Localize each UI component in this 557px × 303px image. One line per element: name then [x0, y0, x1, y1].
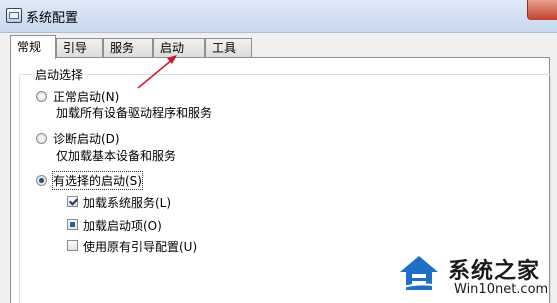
watermark-brand: 系统之家 [448, 259, 541, 284]
normal-startup-description: 加载所有设备驱动程序和服务 [56, 106, 213, 120]
diagnostic-startup-label[interactable]: 诊断启动(D) [53, 130, 120, 147]
title-bar: 系统配置 [0, 0, 557, 33]
selective-startup-label[interactable]: 有选择的启动(S) [52, 171, 143, 190]
load-startup-items-label[interactable]: 加载启动项(O) [83, 217, 162, 234]
close-button[interactable] [527, 0, 557, 20]
tab-startup[interactable]: 启动 [153, 38, 205, 57]
app-icon [6, 8, 22, 23]
selective-startup-radio[interactable] [36, 175, 47, 186]
house-logo-icon [399, 256, 439, 290]
watermark: 系统之家 Win10net.com [392, 246, 557, 303]
tab-general[interactable]: 常规 [10, 35, 56, 59]
system-config-window: 系统配置 常规 引导 服务 启动 工具 启动选择 正常启动(N) 加载所有设备驱… [0, 0, 557, 303]
load-system-services-checkbox[interactable] [67, 196, 78, 207]
tab-services[interactable]: 服务 [103, 38, 153, 57]
use-original-boot-config-checkbox[interactable] [67, 240, 78, 251]
diagnostic-startup-description: 仅加载基本设备和服务 [56, 149, 177, 163]
load-system-services-label[interactable]: 加载系统服务(L) [83, 194, 171, 211]
normal-startup-label[interactable]: 正常启动(N) [53, 88, 119, 105]
use-original-boot-config-label[interactable]: 使用原有引导配置(U) [83, 238, 197, 255]
watermark-url: Win10net.com [454, 282, 549, 297]
normal-startup-radio[interactable] [36, 91, 47, 102]
diagnostic-startup-radio[interactable] [36, 133, 47, 144]
group-legend: 启动选择 [32, 66, 87, 83]
window-title: 系统配置 [26, 11, 79, 26]
load-startup-items-checkbox[interactable] [67, 219, 78, 230]
tab-tools[interactable]: 工具 [205, 38, 252, 57]
tab-boot[interactable]: 引导 [56, 38, 103, 57]
